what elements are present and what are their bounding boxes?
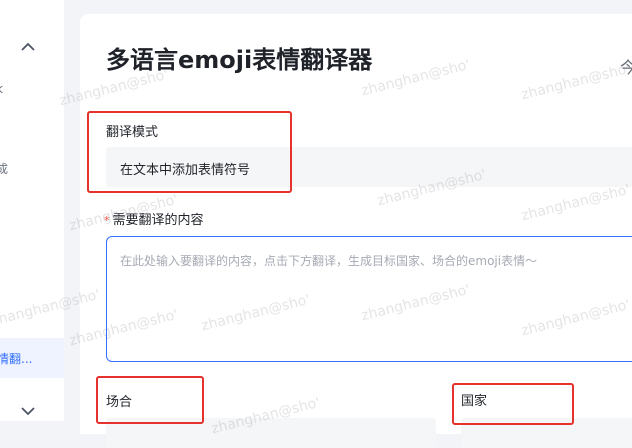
chevron-down-icon[interactable] [19, 404, 37, 418]
country-select[interactable] [461, 418, 632, 448]
occasion-select[interactable] [106, 418, 436, 448]
sidebar-item-label[interactable]: 成 [0, 160, 8, 177]
occasion-label: 场合 [106, 395, 133, 410]
header-fragment: 今 [620, 58, 632, 77]
required-mark: * [104, 214, 110, 227]
sidebar-item-label[interactable]: k [0, 82, 3, 96]
main-panel: 多语言emoji表情翻译器 今 翻译模式 在文本中添加表情符号 * 需要翻译的内容… [80, 14, 632, 448]
sidebar-item-label: 情翻... [0, 352, 33, 366]
content-input[interactable] [106, 236, 632, 362]
mode-label: 翻译模式 [106, 125, 159, 140]
sidebar-item-emoji-translator[interactable]: 情翻... [0, 338, 64, 378]
content-label-text: 需要翻译的内容 [112, 213, 204, 228]
mode-select[interactable]: 在文本中添加表情符号 [106, 147, 632, 187]
content-label: * 需要翻译的内容 [104, 209, 204, 228]
sidebar: k 成 情翻... [0, 0, 64, 421]
country-label: 国家 [461, 394, 488, 409]
page-title: 多语言emoji表情翻译器 [106, 46, 373, 74]
mode-select-value: 在文本中添加表情符号 [120, 163, 251, 178]
chevron-up-icon[interactable] [19, 40, 37, 54]
